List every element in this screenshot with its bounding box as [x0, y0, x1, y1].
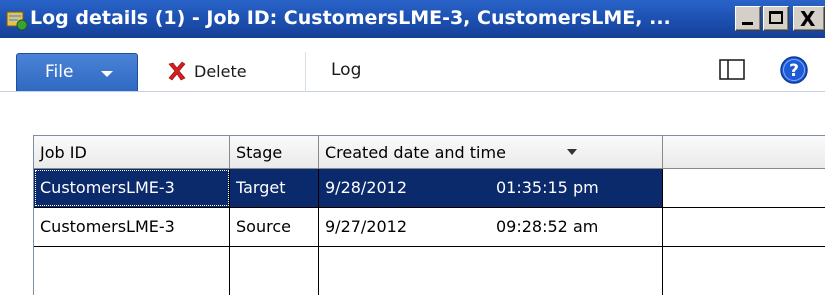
maximize-button[interactable]	[763, 6, 789, 31]
panel-toggle-icon[interactable]	[719, 59, 745, 80]
cell-empty	[663, 208, 825, 246]
cell-time: 09:28:52 am	[496, 217, 599, 236]
cell-job-id: CustomersLME-3	[34, 169, 230, 207]
sort-descending-icon	[567, 149, 577, 155]
delete-button[interactable]: Delete	[166, 58, 247, 84]
app-icon	[6, 11, 28, 31]
table-row[interactable]: CustomersLME-3 Source 9/27/2012 09:28:52…	[34, 208, 825, 246]
cell-date: 9/27/2012	[325, 217, 408, 236]
maximize-icon	[769, 11, 783, 24]
column-divider	[229, 247, 230, 295]
window-title: Log details (1) - Job ID: CustomersLME-3…	[30, 7, 671, 29]
file-label: File	[45, 62, 74, 82]
cell-created-date: 9/27/2012 09:28:52 am	[319, 208, 663, 246]
close-icon: X	[800, 7, 816, 31]
column-divider	[318, 247, 319, 295]
cell-stage: Source	[230, 208, 319, 246]
close-button[interactable]: X	[793, 6, 825, 31]
cell-job-id: CustomersLME-3	[34, 208, 230, 246]
svg-text:?: ?	[789, 61, 799, 81]
cell-empty	[663, 169, 825, 207]
column-header-stage[interactable]: Stage	[230, 136, 319, 169]
delete-label: Delete	[194, 61, 247, 81]
minimize-icon	[742, 22, 753, 25]
help-icon[interactable]: ?	[779, 55, 809, 85]
toolbar-divider	[305, 52, 306, 92]
cell-created-date: 9/28/2012 01:35:15 pm	[319, 169, 663, 207]
chevron-down-icon	[101, 71, 113, 77]
action-pane: File Delete Log ?	[0, 38, 825, 92]
column-header-empty	[663, 136, 825, 169]
column-header-created-date-label: Created date and time	[325, 143, 506, 162]
delete-x-icon	[168, 61, 186, 81]
cell-time: 01:35:15 pm	[496, 178, 599, 197]
cell-date: 9/28/2012	[325, 178, 408, 197]
row-divider	[34, 246, 825, 247]
title-bar: Log details (1) - Job ID: CustomersLME-3…	[0, 0, 825, 38]
file-menu-button[interactable]: File	[16, 53, 138, 91]
column-divider	[662, 247, 663, 295]
log-grid: Job ID Stage Created date and time Custo…	[33, 135, 825, 295]
table-row[interactable]: CustomersLME-3 Target 9/28/2012 01:35:15…	[34, 169, 825, 207]
cell-stage: Target	[230, 169, 319, 207]
minimize-button[interactable]	[735, 6, 761, 31]
tab-log[interactable]: Log	[331, 60, 361, 80]
column-header-job-id[interactable]: Job ID	[34, 136, 230, 169]
column-header-created-date[interactable]: Created date and time	[319, 136, 663, 169]
